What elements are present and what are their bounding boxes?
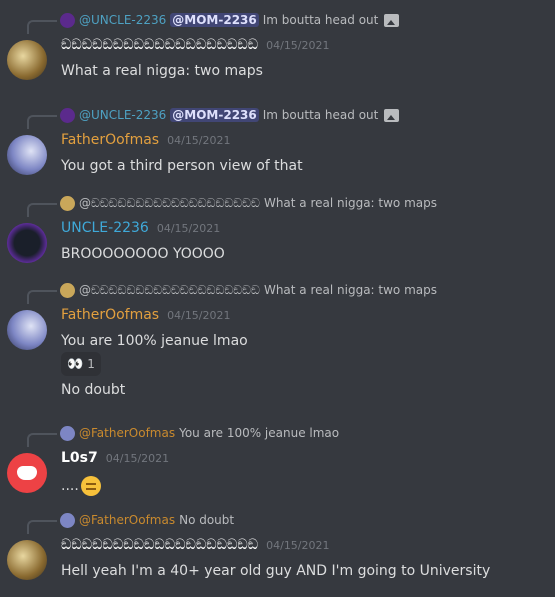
reply-preview[interactable]: @ඞඞඞඞඞඞඞඞඞඞඞඞඞඞඞඞඞඞඞ What a real nigga: … <box>60 193 437 213</box>
reply-preview[interactable]: @FatherOofmas No doubt <box>60 510 234 530</box>
message: @ඞඞඞඞඞඞඞඞඞඞඞඞඞඞඞඞඞඞඞ What a real nigga: … <box>0 280 555 405</box>
message: @FatherOofmas No doubt ඞඞඞඞඞඞඞඞඞඞඞඞඞඞඞඞඞ… <box>0 510 555 590</box>
reply-text: You are 100% jeanue lmao <box>179 426 340 440</box>
message-text: .... <box>61 478 79 494</box>
reaction-eyes[interactable]: 👀 1 <box>61 352 101 376</box>
username[interactable]: FatherOofmas <box>61 307 159 323</box>
message: @UNCLE-2236 @MOM-2236 Im boutta head out… <box>0 105 555 185</box>
reply-author[interactable]: @ඞඞඞඞඞඞඞඞඞඞඞඞඞඞඞඞඞඞඞ <box>79 196 260 211</box>
reply-preview[interactable]: @UNCLE-2236 @MOM-2236 Im boutta head out <box>60 10 400 30</box>
reply-author[interactable]: @FatherOofmas <box>79 513 175 527</box>
message-content: Hell yeah I'm a 40+ year old guy AND I'm… <box>61 563 491 579</box>
reply-avatar <box>60 282 75 298</box>
timestamp: 04/15/2021 <box>266 39 330 52</box>
image-icon <box>384 108 400 122</box>
eyes-emoji-icon: 👀 <box>67 356 83 372</box>
timestamp: 04/15/2021 <box>266 539 330 552</box>
reply-avatar <box>60 195 75 211</box>
avatar[interactable] <box>7 310 47 350</box>
username[interactable]: ඞඞඞඞඞඞඞඞඞඞඞඞඞඞඞඞඞඞඞ <box>61 37 258 53</box>
message-content: You are 100% jeanue lmao <box>61 333 248 349</box>
avatar[interactable] <box>7 540 47 580</box>
reply-preview[interactable]: @UNCLE-2236 @MOM-2236 Im boutta head out <box>60 105 400 125</box>
image-icon <box>384 13 400 27</box>
timestamp: 04/15/2021 <box>167 134 231 147</box>
message: @ඞඞඞඞඞඞඞඞඞඞඞඞඞඞඞඞඞඞඞ What a real nigga: … <box>0 193 555 273</box>
username[interactable]: L0s7 <box>61 450 98 466</box>
username[interactable]: UNCLE-2236 <box>61 220 149 236</box>
avatar[interactable] <box>7 40 47 80</box>
timestamp: 04/15/2021 <box>156 222 221 235</box>
message-content: No doubt <box>61 382 126 398</box>
timestamp: 04/15/2021 <box>105 452 170 465</box>
reply-text: What a real nigga: two maps <box>263 283 437 297</box>
username[interactable]: ඞඞඞඞඞඞඞඞඞඞඞඞඞඞඞඞඞඞඞ <box>61 537 258 553</box>
mention[interactable]: @MOM-2236 <box>170 13 259 27</box>
reply-avatar <box>60 107 75 123</box>
avatar[interactable] <box>7 223 47 263</box>
reply-text: What a real nigga: two maps <box>263 196 437 210</box>
timestamp: 04/15/2021 <box>167 309 231 322</box>
discord-logo-icon <box>17 466 37 480</box>
username[interactable]: FatherOofmas <box>61 132 159 148</box>
reply-author[interactable]: @UNCLE-2236 <box>79 108 166 122</box>
reply-spine <box>27 290 57 304</box>
message-content: What a real nigga: two maps <box>61 63 263 79</box>
reply-author[interactable]: @FatherOofmas <box>79 426 175 440</box>
expressionless-face-icon <box>80 476 101 496</box>
reply-text: Im boutta head out <box>262 13 379 27</box>
reply-spine <box>27 20 57 34</box>
reply-spine <box>27 520 57 534</box>
avatar[interactable] <box>7 135 47 175</box>
reply-spine <box>27 203 57 217</box>
reply-author[interactable]: @UNCLE-2236 <box>79 13 166 27</box>
message: @UNCLE-2236 @MOM-2236 Im boutta head out… <box>0 10 555 90</box>
message-content: You got a third person view of that <box>61 158 303 174</box>
reply-preview[interactable]: @FatherOofmas You are 100% jeanue lmao <box>60 423 339 443</box>
reply-author[interactable]: @ඞඞඞඞඞඞඞඞඞඞඞඞඞඞඞඞඞඞඞ <box>79 283 260 298</box>
message-content: .... <box>61 476 101 496</box>
reply-spine <box>27 115 57 129</box>
reaction-count: 1 <box>87 357 95 371</box>
message-content: BROOOOOOOO YOOOO <box>61 246 225 262</box>
mention[interactable]: @MOM-2236 <box>170 108 259 122</box>
reply-preview[interactable]: @ඞඞඞඞඞඞඞඞඞඞඞඞඞඞඞඞඞඞඞ What a real nigga: … <box>60 280 437 300</box>
reply-avatar <box>60 512 75 528</box>
reply-text: No doubt <box>179 513 235 527</box>
reply-avatar <box>60 12 75 28</box>
reply-avatar <box>60 425 75 441</box>
reply-spine <box>27 433 57 447</box>
discord-default-avatar-icon[interactable] <box>7 453 47 493</box>
message: @FatherOofmas You are 100% jeanue lmao L… <box>0 423 555 503</box>
reply-text: Im boutta head out <box>262 108 379 122</box>
